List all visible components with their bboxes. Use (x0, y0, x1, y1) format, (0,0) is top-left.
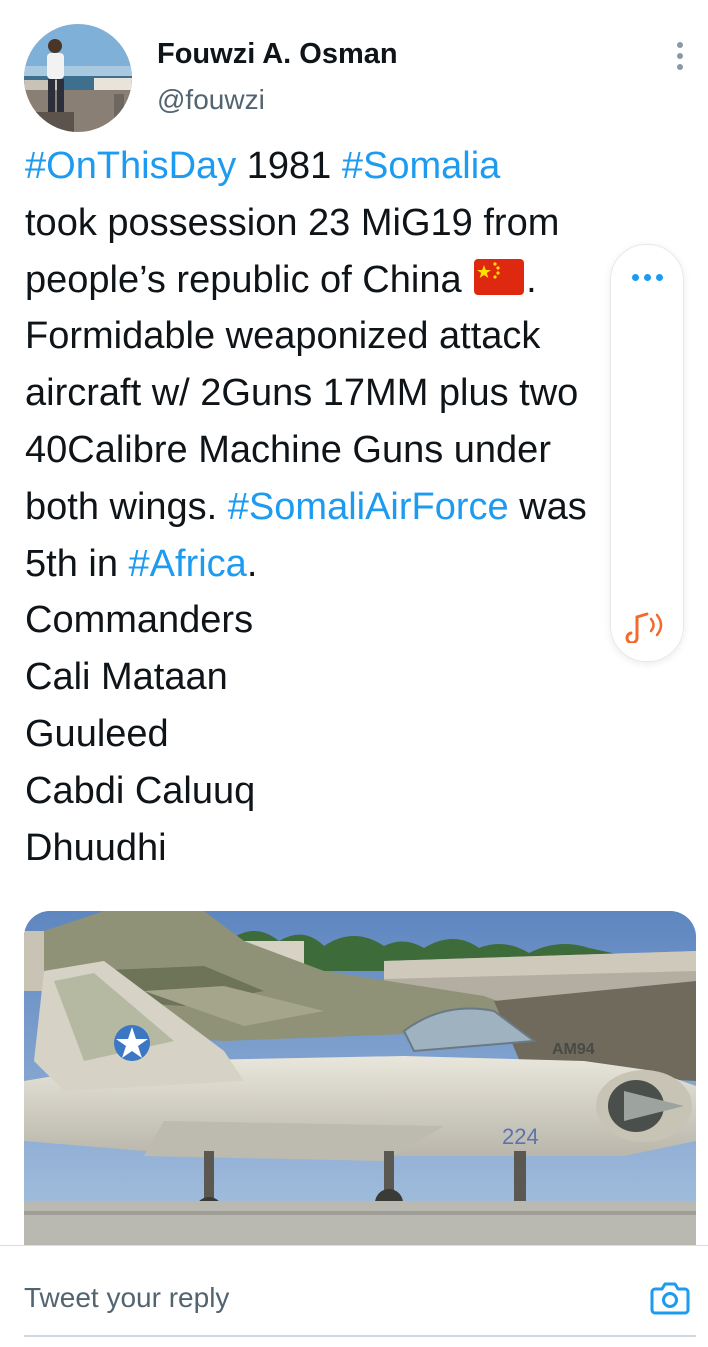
tweet-text-segment: both wings. (25, 485, 228, 528)
hashtag-somaliairforce[interactable]: #SomaliAirForce (228, 486, 509, 528)
tweet-text-segment: 1981 (236, 145, 342, 187)
tweet-line: Commanders (25, 599, 254, 642)
audio-note-icon[interactable] (623, 607, 671, 648)
reply-underline (24, 1335, 696, 1337)
reply-input[interactable]: Tweet your reply (24, 1282, 229, 1314)
tweet-line: Cabdi Caluuq (25, 769, 256, 812)
china-flag-icon (474, 255, 525, 312)
tweet-line: 40Calibre Machine Guns under (25, 428, 551, 471)
tweet-line: people’s republic of China . (25, 252, 685, 309)
nose-number-label: 224 (502, 1124, 539, 1149)
camera-icon[interactable] (650, 1281, 690, 1315)
tweet-line: Formidable weaponized attack (25, 315, 541, 358)
tweet-text-segment: . (246, 542, 258, 585)
fin-code-label: AM94 (552, 1041, 595, 1058)
tweet-text-segment: people’s republic of China (25, 258, 473, 301)
tweet-line: both wings. #SomaliAirForce was (25, 479, 685, 536)
floating-tool-panel (610, 244, 684, 662)
hashtag-onthisday[interactable]: #OnThisDay (25, 145, 236, 187)
tweet-line: took possession 23 MiG19 from (25, 201, 560, 244)
tweet-text-segment: was (508, 485, 587, 528)
aircraft-photo: AM94 224 (24, 911, 696, 1246)
author-name[interactable]: Fouwzi A. Osman (157, 38, 398, 71)
author-avatar[interactable] (24, 24, 132, 132)
tweet-line: Dhuudhi (25, 826, 167, 869)
hashtag-somalia[interactable]: #Somalia (342, 145, 500, 187)
reply-bar: Tweet your reply (0, 1245, 708, 1347)
avatar-photo (24, 24, 132, 132)
tweet-line: Cali Mataan (25, 656, 228, 699)
tweet-line: aircraft w/ 2Guns 17MM plus two (25, 372, 579, 415)
tweet-line: #OnThisDay 1981 #Somalia (25, 138, 685, 195)
tweet-text-segment: . (526, 258, 537, 301)
tweet-line: Guuleed (25, 712, 169, 755)
tweet-media-image[interactable]: AM94 224 (24, 911, 696, 1246)
tweet-line: 5th in #Africa. (25, 536, 685, 593)
more-horizontal-icon[interactable] (611, 265, 683, 289)
tweet-text-segment: 5th in (25, 542, 129, 585)
author-handle[interactable]: @fouwzi (157, 84, 265, 116)
more-vertical-icon[interactable] (664, 40, 696, 72)
tweet-text: #OnThisDay 1981 #Somalia took possession… (25, 138, 685, 876)
hashtag-africa[interactable]: #Africa (129, 543, 247, 585)
